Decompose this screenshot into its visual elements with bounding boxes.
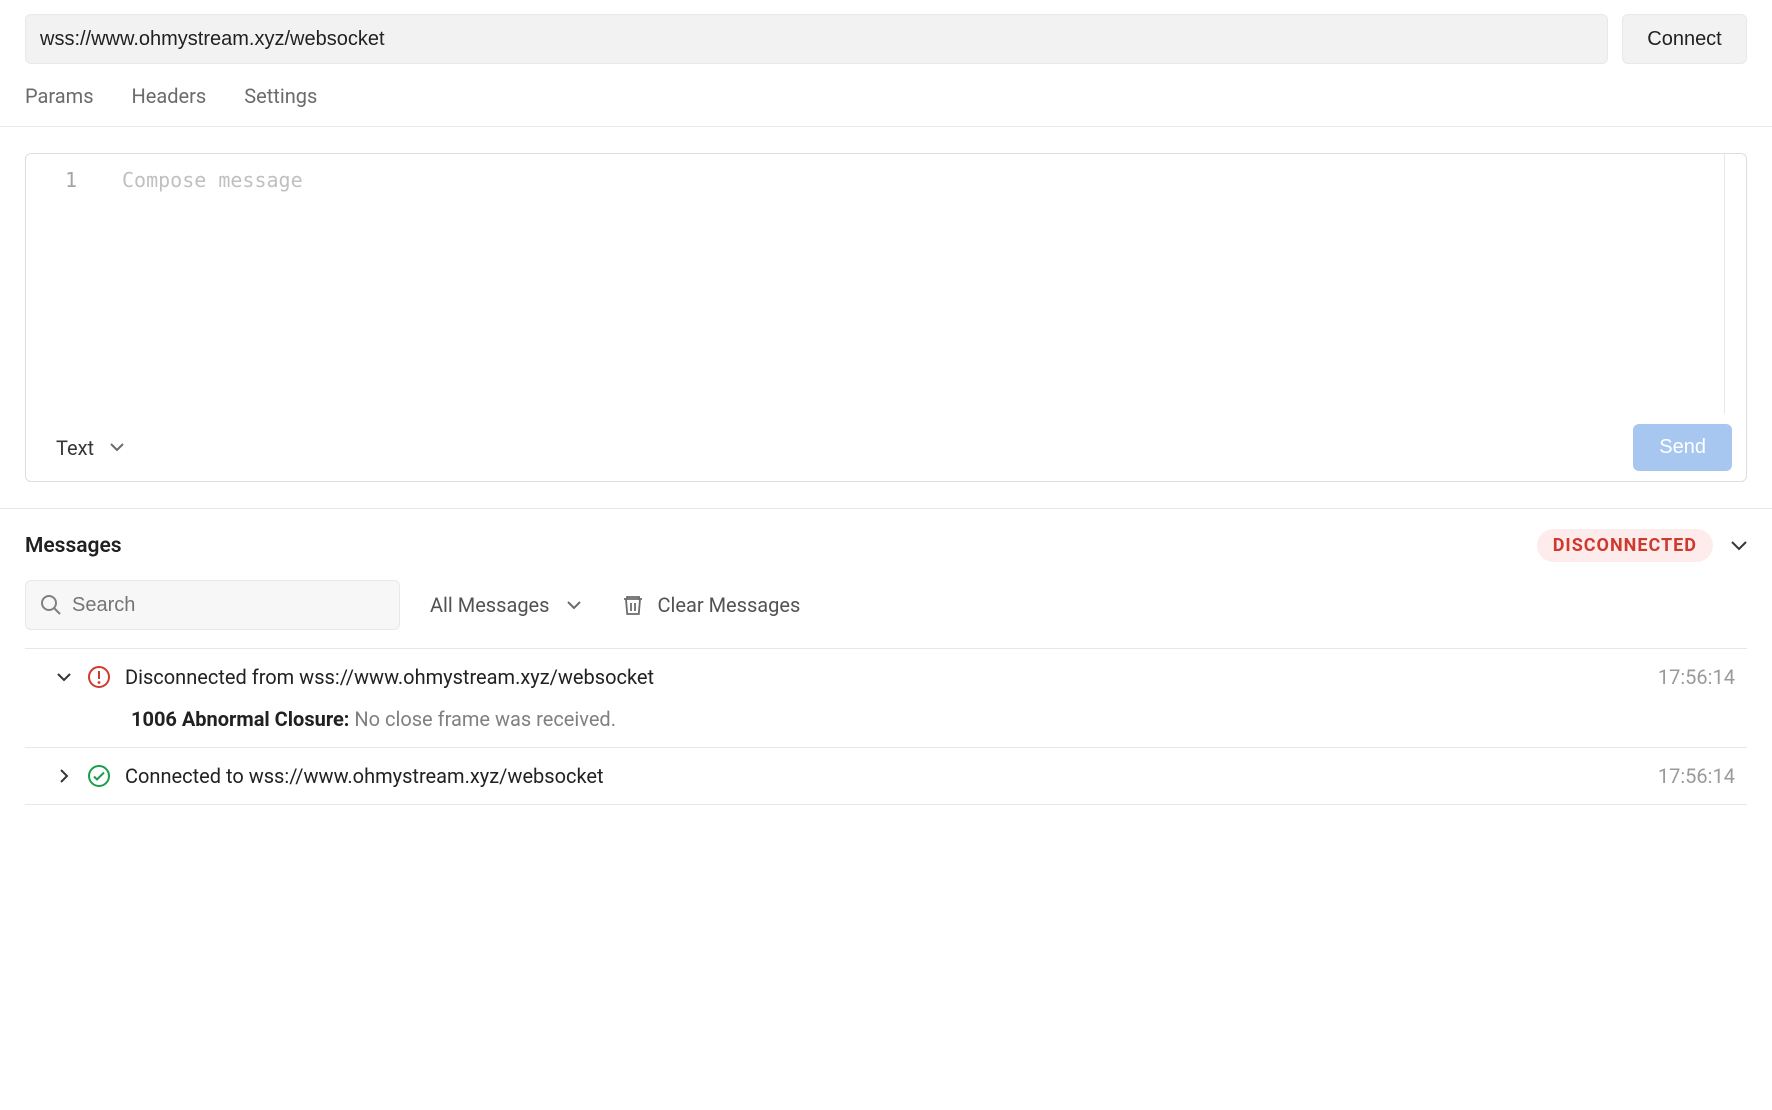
messages-heading: Messages bbox=[25, 534, 122, 558]
chevron-down-icon bbox=[567, 601, 581, 610]
message-text: Disconnected from wss://www.ohmystream.x… bbox=[125, 665, 1644, 689]
success-check-icon bbox=[87, 764, 111, 788]
error-circle-icon bbox=[87, 665, 111, 689]
message-row[interactable]: Connected to wss://www.ohmystream.xyz/we… bbox=[25, 748, 1747, 805]
message-editor: 1 Compose message Text Send bbox=[25, 153, 1747, 482]
message-text: Connected to wss://www.ohmystream.xyz/we… bbox=[125, 764, 1644, 788]
clear-messages-button[interactable]: Clear Messages bbox=[623, 593, 800, 617]
message-row[interactable]: Disconnected from wss://www.ohmystream.x… bbox=[25, 649, 1747, 748]
editor-scrollbar[interactable] bbox=[1724, 154, 1746, 414]
messages-search-box[interactable] bbox=[25, 580, 400, 630]
message-timestamp: 17:56:14 bbox=[1658, 665, 1747, 689]
message-detail-code: 1006 Abnormal Closure: bbox=[131, 707, 349, 731]
clear-messages-label: Clear Messages bbox=[657, 593, 800, 617]
chevron-down-icon[interactable] bbox=[55, 673, 73, 682]
format-label: Text bbox=[56, 436, 94, 460]
websocket-url-input[interactable] bbox=[25, 14, 1608, 64]
connect-button[interactable]: Connect bbox=[1622, 14, 1747, 64]
tab-headers[interactable]: Headers bbox=[132, 84, 207, 108]
trash-icon bbox=[623, 594, 643, 616]
editor-line-gutter: 1 bbox=[26, 154, 116, 414]
editor-placeholder: Compose message bbox=[122, 168, 303, 192]
send-button[interactable]: Send bbox=[1633, 424, 1732, 471]
messages-search-input[interactable] bbox=[72, 594, 385, 617]
messages-filter-label: All Messages bbox=[430, 593, 549, 617]
search-icon bbox=[40, 594, 62, 616]
message-format-select[interactable]: Text bbox=[56, 436, 124, 460]
chevron-down-icon[interactable] bbox=[1731, 541, 1747, 551]
message-timestamp: 17:56:14 bbox=[1658, 764, 1747, 788]
chevron-down-icon bbox=[110, 443, 124, 452]
tab-settings[interactable]: Settings bbox=[244, 84, 317, 108]
message-detail-text: No close frame was received. bbox=[349, 707, 616, 731]
messages-filter-select[interactable]: All Messages bbox=[430, 593, 581, 617]
message-detail: 1006 Abnormal Closure: No close frame wa… bbox=[55, 689, 1747, 731]
message-textarea[interactable]: Compose message bbox=[116, 154, 1746, 414]
divider bbox=[0, 126, 1772, 127]
connection-status-badge: DISCONNECTED bbox=[1537, 529, 1713, 562]
tab-params[interactable]: Params bbox=[25, 84, 94, 108]
chevron-right-icon[interactable] bbox=[55, 769, 73, 783]
